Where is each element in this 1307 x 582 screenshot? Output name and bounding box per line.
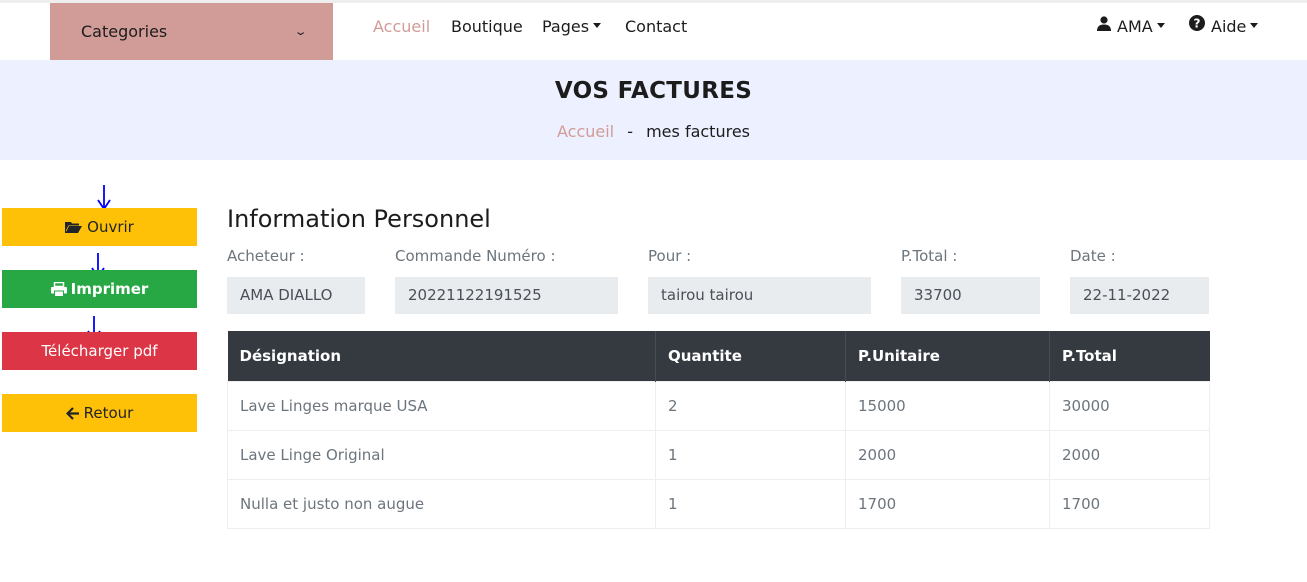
cell-quantite: 1	[655, 478, 846, 529]
user-label: AMA	[1117, 17, 1153, 36]
cell-designation: Lave Linge Original	[227, 429, 656, 480]
section-title: Information Personnel	[227, 205, 491, 233]
back-label: Retour	[83, 404, 134, 422]
arrow-left-icon	[65, 406, 80, 420]
total-label: P.Total :	[901, 247, 958, 265]
breadcrumb-home-link[interactable]: Accueil	[557, 122, 614, 141]
recipient-label: Pour :	[648, 247, 692, 265]
invoice-items-table: Désignation Quantite P.Unitaire P.Total …	[227, 331, 1210, 529]
help-label: Aide	[1211, 17, 1247, 36]
chevron-down-icon: ⌄	[293, 25, 308, 38]
buyer-label: Acheteur :	[227, 247, 305, 265]
nav-link-boutique[interactable]: Boutique	[451, 3, 523, 60]
download-pdf-label: Télécharger pdf	[41, 342, 158, 360]
help-menu[interactable]: ? Aide	[1189, 2, 1259, 60]
nav-link-pages[interactable]: Pages	[542, 3, 602, 60]
cell-total: 2000	[1049, 429, 1210, 480]
buyer-field: AMA DIALLO	[227, 277, 365, 314]
table-row: Lave Linges marque USA 2 15000 30000	[227, 380, 1210, 431]
question-circle-icon: ?	[1189, 2, 1205, 50]
folder-open-icon	[65, 221, 83, 234]
total-field: 33700	[901, 277, 1040, 314]
column-header-designation: Désignation	[227, 331, 656, 381]
order-number-field: 20221122191525	[395, 277, 618, 314]
cell-unit-price: 1700	[845, 478, 1050, 529]
table-row: Lave Linge Original 1 2000 2000	[227, 429, 1210, 480]
open-label: Ouvrir	[87, 218, 134, 236]
column-header-quantite: Quantite	[655, 331, 846, 381]
printer-icon	[50, 281, 67, 297]
page-title: VOS FACTURES	[554, 78, 753, 104]
print-button[interactable]: Imprimer	[2, 270, 197, 308]
categories-dropdown[interactable]: Categories ⌄	[50, 3, 333, 60]
caret-down-icon	[593, 23, 602, 28]
table-row: Nulla et justo non augue 1 1700 1700	[227, 478, 1210, 529]
cell-unit-price: 2000	[845, 429, 1050, 480]
breadcrumb-current: mes factures	[646, 122, 750, 141]
order-number-label: Commande Numéro :	[395, 247, 556, 265]
cell-unit-price: 15000	[845, 380, 1050, 431]
svg-text:?: ?	[1194, 16, 1201, 30]
date-field: 22-11-2022	[1070, 277, 1209, 314]
print-label: Imprimer	[70, 280, 149, 298]
cell-total: 1700	[1049, 478, 1210, 529]
breadcrumb-separator: -	[627, 122, 633, 141]
user-icon	[1097, 2, 1111, 50]
nav-link-pages-label: Pages	[542, 17, 590, 36]
caret-down-icon	[1250, 23, 1259, 28]
nav-link-contact[interactable]: Contact	[625, 3, 687, 60]
caret-down-icon	[1156, 23, 1165, 28]
open-button[interactable]: Ouvrir	[2, 208, 197, 246]
cell-total: 30000	[1049, 380, 1210, 431]
cell-designation: Nulla et justo non augue	[227, 478, 656, 529]
page-header: VOS FACTURES Accueil - mes factures	[0, 60, 1307, 160]
column-header-total: P.Total	[1049, 331, 1210, 381]
breadcrumb: Accueil - mes factures	[0, 122, 1307, 141]
column-header-unit-price: P.Unitaire	[845, 331, 1050, 381]
user-menu[interactable]: AMA	[1097, 3, 1165, 60]
cell-designation: Lave Linges marque USA	[227, 380, 656, 431]
download-pdf-button[interactable]: Télécharger pdf	[2, 332, 197, 370]
nav-link-accueil[interactable]: Accueil	[373, 3, 430, 60]
date-label: Date :	[1070, 247, 1116, 265]
table-header-row: Désignation Quantite P.Unitaire P.Total	[227, 331, 1210, 381]
navbar: Categories ⌄ Accueil Boutique Pages Cont…	[0, 3, 1307, 60]
cell-quantite: 2	[655, 380, 846, 431]
cell-quantite: 1	[655, 429, 846, 480]
back-button[interactable]: Retour	[2, 394, 197, 432]
recipient-field: tairou tairou	[648, 277, 871, 314]
categories-label: Categories	[81, 22, 168, 41]
